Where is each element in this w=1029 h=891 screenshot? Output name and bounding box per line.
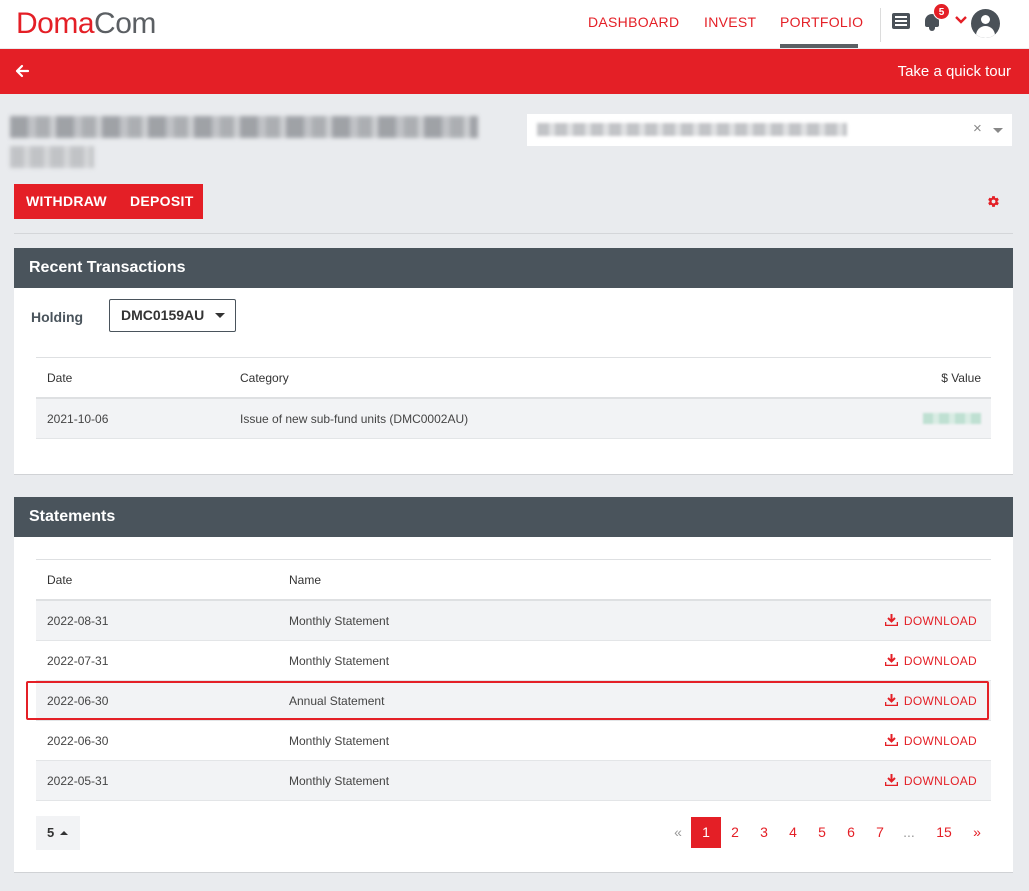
column-header-date[interactable]: Date — [47, 358, 72, 398]
statement-name: Monthly Statement — [289, 654, 390, 668]
clear-icon[interactable]: × — [973, 119, 982, 139]
arrow-left-icon[interactable] — [14, 63, 30, 79]
quick-tour-link[interactable]: Take a quick tour — [898, 49, 1011, 95]
table-header-row: Date Category $ Value — [36, 357, 991, 399]
holding-label: Holding — [31, 309, 84, 325]
table-row: 2021-10-06 Issue of new sub-fund units (… — [36, 399, 991, 439]
transaction-category: Issue of new sub-fund units (DMC0002AU) — [240, 412, 469, 426]
pagination-page-last[interactable]: 15 — [930, 817, 958, 848]
annual-statement-highlight — [26, 681, 989, 720]
caret-up-icon — [60, 831, 68, 835]
recent-transactions-title: Recent Transactions — [14, 248, 1013, 288]
download-label: DOWNLOAD — [903, 774, 977, 788]
statement-date: 2022-05-31 — [47, 774, 109, 788]
pagination-page-1[interactable]: 1 — [691, 817, 721, 848]
nav-dashboard[interactable]: DASHBOARD — [588, 0, 679, 48]
column-header-name[interactable]: Name — [289, 560, 321, 600]
table-row: 2022-06-30 Monthly Statement DOWNLOAD — [36, 721, 991, 761]
statement-date: 2022-08-31 — [47, 614, 109, 628]
deposit-button[interactable]: DEPOSIT — [130, 184, 194, 219]
statement-date: 2022-06-30 — [47, 734, 109, 748]
account-selector-value-redacted — [537, 123, 847, 136]
transaction-value-redacted — [923, 413, 981, 424]
account-subtitle-redacted — [10, 146, 94, 168]
statements-title: Statements — [14, 497, 1013, 537]
table-row: 2022-05-31 Monthly Statement DOWNLOAD — [36, 761, 991, 801]
caret-down-icon[interactable] — [993, 128, 1003, 133]
top-navbar: DomaCom DASHBOARD INVEST PORTFOLIO 5 — [0, 0, 1029, 48]
statement-name: Monthly Statement — [289, 734, 390, 748]
download-icon — [884, 774, 899, 787]
download-button[interactable]: DOWNLOAD — [884, 761, 977, 801]
pagination-page-4[interactable]: 4 — [782, 817, 804, 848]
download-button[interactable]: DOWNLOAD — [884, 721, 977, 761]
pagination-next[interactable]: » — [968, 817, 986, 848]
page-action-bar: Take a quick tour — [0, 49, 1029, 94]
table-row: 2022-08-31 Monthly Statement DOWNLOAD — [36, 601, 991, 641]
download-icon — [884, 614, 899, 627]
statement-name: Monthly Statement — [289, 614, 390, 628]
pagination-prev[interactable]: « — [670, 817, 686, 848]
statement-name: Monthly Statement — [289, 774, 390, 788]
nav-divider — [880, 8, 881, 42]
transaction-date: 2021-10-06 — [47, 412, 109, 426]
account-selector[interactable]: × — [527, 114, 1012, 146]
notification-badge: 5 — [933, 3, 950, 20]
caret-down-icon — [215, 313, 225, 318]
pagination-ellipsis: ... — [903, 824, 915, 840]
column-header-category[interactable]: Category — [240, 358, 289, 398]
gear-icon[interactable] — [987, 195, 1000, 208]
nav-portfolio[interactable]: PORTFOLIO — [780, 0, 863, 48]
page-size-dropdown[interactable]: 5 — [36, 816, 80, 850]
pagination-page-6[interactable]: 6 — [840, 817, 862, 848]
download-button[interactable]: DOWNLOAD — [884, 641, 977, 681]
user-avatar-icon[interactable] — [971, 9, 1000, 38]
chevron-down-icon[interactable] — [955, 14, 967, 26]
table-header-row: Date Name — [36, 559, 991, 601]
account-title-redacted — [10, 116, 478, 138]
holding-dropdown-value: DMC0159AU — [121, 307, 205, 323]
pagination-page-7[interactable]: 7 — [869, 817, 891, 848]
download-icon — [884, 654, 899, 667]
table-row: 2022-07-31 Monthly Statement DOWNLOAD — [36, 641, 991, 681]
download-label: DOWNLOAD — [903, 614, 977, 628]
list-icon[interactable] — [892, 13, 910, 29]
download-label: DOWNLOAD — [903, 734, 977, 748]
column-header-date[interactable]: Date — [47, 560, 72, 600]
fund-action-buttons: WITHDRAW DEPOSIT — [14, 184, 203, 219]
download-button[interactable]: DOWNLOAD — [884, 601, 977, 641]
section-divider — [14, 233, 1013, 234]
column-header-value[interactable]: $ Value — [941, 358, 981, 398]
domacom-logo[interactable]: DomaCom — [16, 6, 156, 42]
holding-dropdown[interactable]: DMC0159AU — [109, 299, 236, 332]
pagination-page-2[interactable]: 2 — [724, 817, 746, 848]
pagination-page-3[interactable]: 3 — [753, 817, 775, 848]
download-label: DOWNLOAD — [903, 654, 977, 668]
nav-invest[interactable]: INVEST — [704, 0, 756, 48]
pagination-page-5[interactable]: 5 — [811, 817, 833, 848]
page-size-value: 5 — [47, 825, 55, 840]
statement-date: 2022-07-31 — [47, 654, 109, 668]
withdraw-button[interactable]: WITHDRAW — [26, 184, 107, 219]
download-icon — [884, 734, 899, 747]
